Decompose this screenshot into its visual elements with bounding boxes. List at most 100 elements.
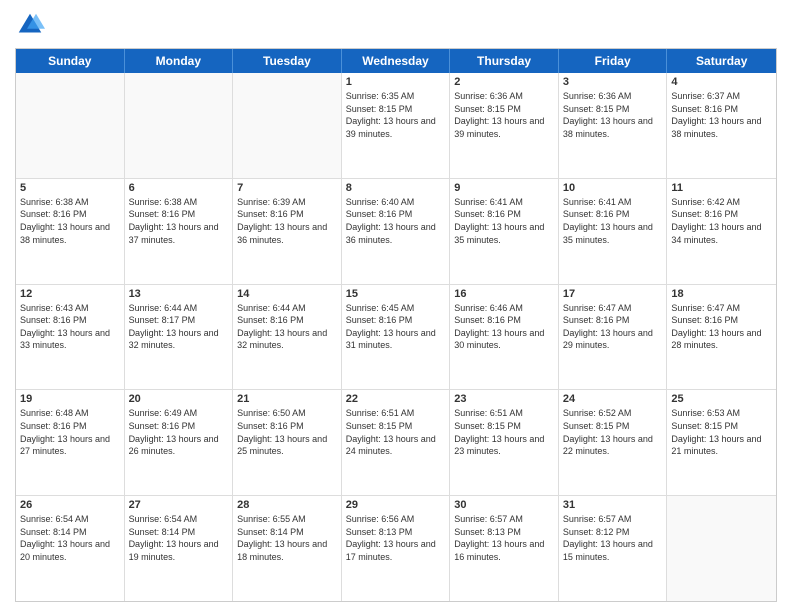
day-info: Sunrise: 6:40 AMSunset: 8:16 PMDaylight:… — [346, 196, 446, 246]
day-number: 29 — [346, 499, 446, 511]
calendar-cell: 30Sunrise: 6:57 AMSunset: 8:13 PMDayligh… — [450, 496, 559, 601]
calendar-row: 5 Sunrise: 6:38 AMSunset: 8:16 PMDaylight… — [16, 179, 776, 285]
calendar-cell: 13 Sunrise: 6:44 AMSunset: 8:17 PMDayligh… — [125, 285, 234, 390]
day-info: Sunrise: 6:44 AMSunset: 8:17 PMDaylight:… — [129, 302, 229, 352]
day-number: 3 — [563, 76, 663, 88]
calendar-cell: 16Sunrise: 6:46 AMSunset: 8:16 PMDayligh… — [450, 285, 559, 390]
day-number: 6 — [129, 182, 229, 194]
logo-icon — [15, 10, 45, 40]
day-number: 8 — [346, 182, 446, 194]
day-info: Sunrise: 6:44 AMSunset: 8:16 PMDaylight:… — [237, 302, 337, 352]
calendar-cell: 27 Sunrise: 6:54 AMSunset: 8:14 PMDayligh… — [125, 496, 234, 601]
day-info: Sunrise: 6:50 AMSunset: 8:16 PMDaylight:… — [237, 407, 337, 457]
calendar-cell: 19 Sunrise: 6:48 AMSunset: 8:16 PMDayligh… — [16, 390, 125, 495]
calendar-cell: 9Sunrise: 6:41 AMSunset: 8:16 PMDaylight… — [450, 179, 559, 284]
calendar-cell: 12 Sunrise: 6:43 AMSunset: 8:16 PMDayligh… — [16, 285, 125, 390]
day-info: Sunrise: 6:36 AMSunset: 8:15 PMDaylight:… — [454, 90, 554, 140]
day-info: Sunrise: 6:46 AMSunset: 8:16 PMDaylight:… — [454, 302, 554, 352]
calendar-row: 12 Sunrise: 6:43 AMSunset: 8:16 PMDayligh… — [16, 285, 776, 391]
calendar-cell: 21 Sunrise: 6:50 AMSunset: 8:16 PMDayligh… — [233, 390, 342, 495]
day-number: 11 — [671, 182, 772, 194]
calendar-cell — [667, 496, 776, 601]
calendar-cell: 17 Sunrise: 6:47 AMSunset: 8:16 PMDayligh… — [559, 285, 668, 390]
calendar-cell: 22 Sunrise: 6:51 AMSunset: 8:15 PMDayligh… — [342, 390, 451, 495]
day-info: Sunrise: 6:54 AMSunset: 8:14 PMDaylight:… — [129, 513, 229, 563]
calendar-cell: 25 Sunrise: 6:53 AMSunset: 8:15 PMDayligh… — [667, 390, 776, 495]
calendar-cell: 15 Sunrise: 6:45 AMSunset: 8:16 PMDayligh… — [342, 285, 451, 390]
calendar-cell: 29 Sunrise: 6:56 AMSunset: 8:13 PMDayligh… — [342, 496, 451, 601]
calendar-cell: 23 Sunrise: 6:51 AMSunset: 8:15 PMDayligh… — [450, 390, 559, 495]
day-number: 15 — [346, 288, 446, 300]
day-info: Sunrise: 6:48 AMSunset: 8:16 PMDaylight:… — [20, 407, 120, 457]
day-number: 22 — [346, 393, 446, 405]
calendar-cell — [125, 73, 234, 178]
day-info: Sunrise: 6:43 AMSunset: 8:16 PMDaylight:… — [20, 302, 120, 352]
calendar-cell — [16, 73, 125, 178]
day-number: 27 — [129, 499, 229, 511]
day-number: 5 — [20, 182, 120, 194]
cal-header-day: Tuesday — [233, 49, 342, 73]
calendar-cell: 7 Sunrise: 6:39 AMSunset: 8:16 PMDaylight… — [233, 179, 342, 284]
calendar-row: 26 Sunrise: 6:54 AMSunset: 8:14 PMDayligh… — [16, 496, 776, 601]
day-info: Sunrise: 6:52 AMSunset: 8:15 PMDaylight:… — [563, 407, 663, 457]
page: SundayMondayTuesdayWednesdayThursdayFrid… — [0, 0, 792, 612]
day-number: 10 — [563, 182, 663, 194]
day-number: 4 — [671, 76, 772, 88]
day-info: Sunrise: 6:56 AMSunset: 8:13 PMDaylight:… — [346, 513, 446, 563]
day-number: 24 — [563, 393, 663, 405]
calendar-body: 1 Sunrise: 6:35 AMSunset: 8:15 PMDaylight… — [16, 73, 776, 601]
day-info: Sunrise: 6:41 AMSunset: 8:16 PMDaylight:… — [563, 196, 663, 246]
calendar-cell: 2Sunrise: 6:36 AMSunset: 8:15 PMDaylight… — [450, 73, 559, 178]
day-info: Sunrise: 6:51 AMSunset: 8:15 PMDaylight:… — [346, 407, 446, 457]
day-info: Sunrise: 6:39 AMSunset: 8:16 PMDaylight:… — [237, 196, 337, 246]
day-info: Sunrise: 6:49 AMSunset: 8:16 PMDaylight:… — [129, 407, 229, 457]
calendar-cell: 6 Sunrise: 6:38 AMSunset: 8:16 PMDaylight… — [125, 179, 234, 284]
day-info: Sunrise: 6:51 AMSunset: 8:15 PMDaylight:… — [454, 407, 554, 457]
header — [15, 10, 777, 40]
calendar-cell: 31Sunrise: 6:57 AMSunset: 8:12 PMDayligh… — [559, 496, 668, 601]
calendar-cell: 3 Sunrise: 6:36 AMSunset: 8:15 PMDaylight… — [559, 73, 668, 178]
day-number: 12 — [20, 288, 120, 300]
calendar-cell: 5 Sunrise: 6:38 AMSunset: 8:16 PMDaylight… — [16, 179, 125, 284]
day-number: 30 — [454, 499, 554, 511]
day-number: 25 — [671, 393, 772, 405]
calendar-cell: 10 Sunrise: 6:41 AMSunset: 8:16 PMDayligh… — [559, 179, 668, 284]
calendar-cell: 24 Sunrise: 6:52 AMSunset: 8:15 PMDayligh… — [559, 390, 668, 495]
calendar-header: SundayMondayTuesdayWednesdayThursdayFrid… — [16, 49, 776, 73]
day-number: 23 — [454, 393, 554, 405]
logo — [15, 10, 49, 40]
day-number: 26 — [20, 499, 120, 511]
day-number: 21 — [237, 393, 337, 405]
day-info: Sunrise: 6:55 AMSunset: 8:14 PMDaylight:… — [237, 513, 337, 563]
cal-header-day: Friday — [559, 49, 668, 73]
day-info: Sunrise: 6:36 AMSunset: 8:15 PMDaylight:… — [563, 90, 663, 140]
day-info: Sunrise: 6:53 AMSunset: 8:15 PMDaylight:… — [671, 407, 772, 457]
day-number: 20 — [129, 393, 229, 405]
day-number: 7 — [237, 182, 337, 194]
day-number: 31 — [563, 499, 663, 511]
day-info: Sunrise: 6:54 AMSunset: 8:14 PMDaylight:… — [20, 513, 120, 563]
day-number: 9 — [454, 182, 554, 194]
cal-header-day: Wednesday — [342, 49, 451, 73]
calendar-cell: 28Sunrise: 6:55 AMSunset: 8:14 PMDayligh… — [233, 496, 342, 601]
calendar-cell: 1 Sunrise: 6:35 AMSunset: 8:15 PMDaylight… — [342, 73, 451, 178]
day-number: 1 — [346, 76, 446, 88]
cal-header-day: Monday — [125, 49, 234, 73]
calendar-cell: 14Sunrise: 6:44 AMSunset: 8:16 PMDayligh… — [233, 285, 342, 390]
day-number: 13 — [129, 288, 229, 300]
calendar-cell — [233, 73, 342, 178]
day-number: 17 — [563, 288, 663, 300]
calendar-cell: 26 Sunrise: 6:54 AMSunset: 8:14 PMDayligh… — [16, 496, 125, 601]
day-info: Sunrise: 6:38 AMSunset: 8:16 PMDaylight:… — [129, 196, 229, 246]
day-info: Sunrise: 6:45 AMSunset: 8:16 PMDaylight:… — [346, 302, 446, 352]
day-info: Sunrise: 6:47 AMSunset: 8:16 PMDaylight:… — [563, 302, 663, 352]
calendar-cell: 18Sunrise: 6:47 AMSunset: 8:16 PMDayligh… — [667, 285, 776, 390]
cal-header-day: Sunday — [16, 49, 125, 73]
cal-header-day: Thursday — [450, 49, 559, 73]
calendar-row: 1 Sunrise: 6:35 AMSunset: 8:15 PMDaylight… — [16, 73, 776, 179]
calendar: SundayMondayTuesdayWednesdayThursdayFrid… — [15, 48, 777, 602]
calendar-cell: 8 Sunrise: 6:40 AMSunset: 8:16 PMDaylight… — [342, 179, 451, 284]
day-number: 19 — [20, 393, 120, 405]
day-info: Sunrise: 6:35 AMSunset: 8:15 PMDaylight:… — [346, 90, 446, 140]
day-info: Sunrise: 6:38 AMSunset: 8:16 PMDaylight:… — [20, 196, 120, 246]
